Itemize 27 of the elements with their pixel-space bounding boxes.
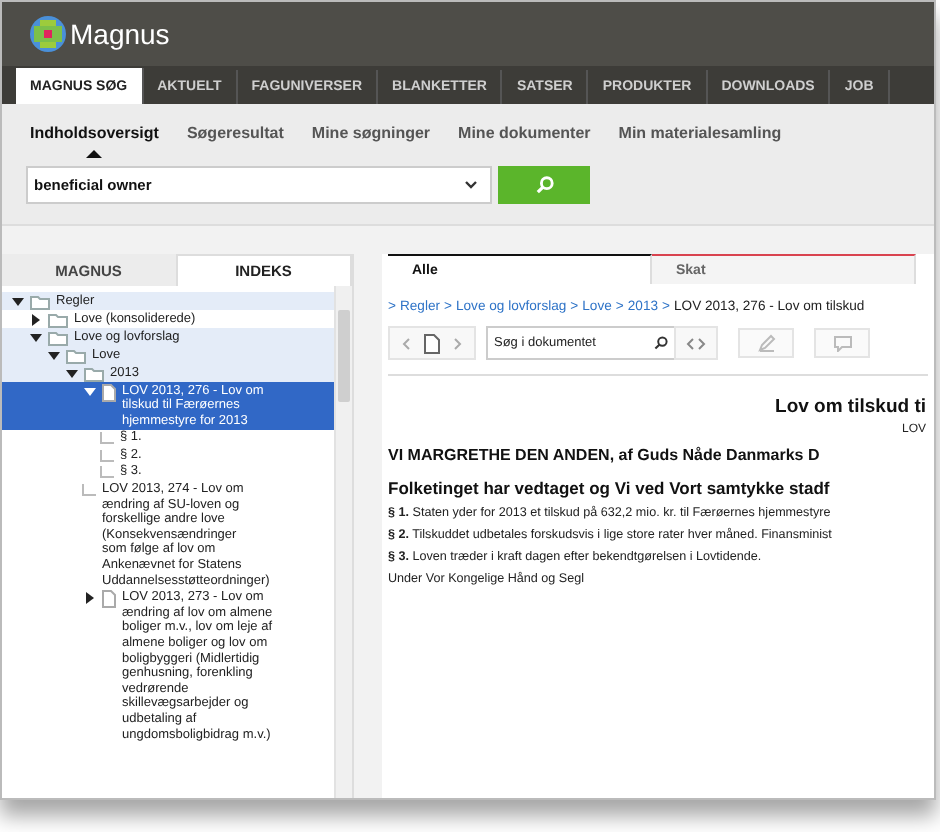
sub-tab[interactable]: Indholdsoversigt <box>30 124 159 142</box>
page-nav-control[interactable] <box>388 326 476 360</box>
sub-tab[interactable]: Min materialesamling <box>618 124 782 142</box>
page-icon[interactable] <box>424 333 440 353</box>
preamble-text: VI MARGRETHE DEN ANDEN, af Guds Nåde Danmarks D <box>388 446 822 464</box>
sub-tab[interactable]: Mine søgninger <box>311 124 431 142</box>
speech-bubble-icon <box>833 335 851 351</box>
search-icon <box>535 176 553 194</box>
caret-down-icon[interactable] <box>11 295 23 307</box>
logo-text: Magnus <box>70 18 170 50</box>
chevron-right-icon[interactable] <box>698 337 706 349</box>
search-icon <box>654 336 668 350</box>
caret-down-icon <box>464 180 478 190</box>
caret-right-icon[interactable] <box>83 592 95 605</box>
search-button[interactable] <box>498 166 590 204</box>
scrollbar[interactable] <box>334 286 352 798</box>
pencil-icon <box>757 334 775 352</box>
document-title: Lov om tilskud ti <box>773 396 926 418</box>
document-heading: Folketinget har vedtaget og Vi ved Vort samtykke stadf <box>388 478 832 498</box>
sub-tab[interactable]: Søgeresultat <box>186 124 284 142</box>
logo-mosaic-icon <box>30 16 66 52</box>
sub-tab[interactable]: Mine dokumenter <box>458 124 591 142</box>
chevron-left-icon[interactable] <box>686 337 694 349</box>
match-nav-control[interactable] <box>674 326 718 360</box>
document-icon <box>102 383 116 401</box>
document-icon <box>102 590 116 609</box>
pointer-icon <box>86 150 103 158</box>
